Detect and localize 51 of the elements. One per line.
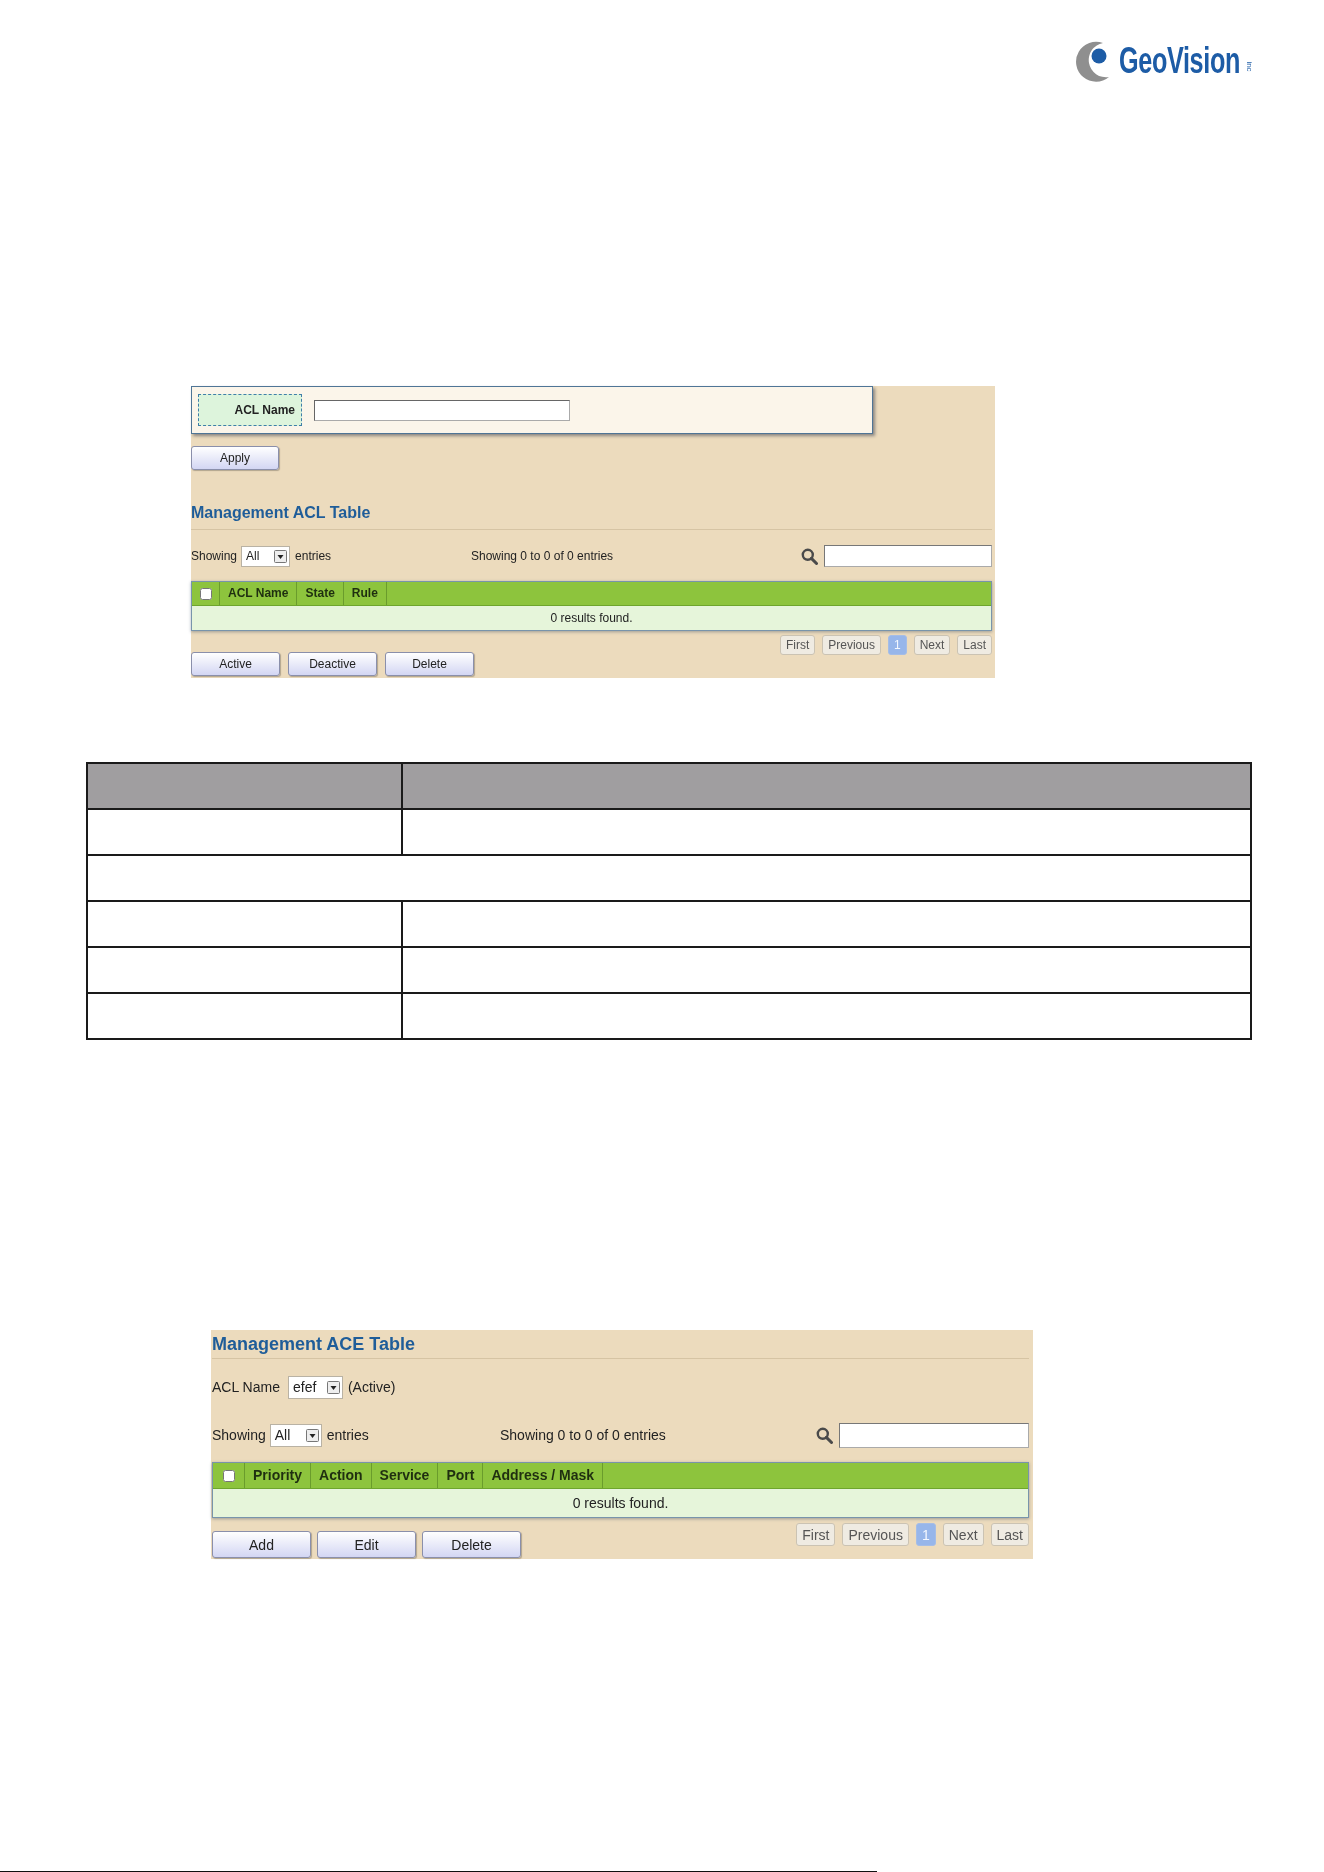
pagination-button[interactable]: Next	[942, 1523, 984, 1546]
section-title: Management ACL Table	[191, 503, 992, 530]
select-all-checkbox[interactable]	[199, 587, 212, 600]
empty-table-message: 0 results found.	[213, 1489, 1028, 1517]
pagination-button[interactable]: Previous	[822, 635, 881, 655]
entries-label: entries	[295, 548, 332, 564]
section-title: Management ACE Table	[212, 1330, 1029, 1359]
action-button[interactable]: Add	[212, 1531, 311, 1558]
entries-info: Showing 0 to 0 of 0 entries	[500, 1426, 666, 1444]
acl-name-input[interactable]	[314, 399, 570, 421]
caret-icon	[274, 549, 288, 563]
showing-label: Showing	[191, 548, 238, 564]
search-field[interactable]	[824, 545, 992, 567]
pagination-button[interactable]: Previous	[842, 1523, 909, 1546]
column-header[interactable]: Service	[371, 1463, 439, 1488]
acl-status-text: (Active)	[347, 1378, 396, 1396]
pagination-button[interactable]: First	[779, 635, 816, 655]
pagination-button[interactable]: Last	[990, 1523, 1029, 1546]
entries-select[interactable]: All	[241, 545, 291, 567]
caret-icon	[305, 1428, 319, 1442]
entries-info: Showing 0 to 0 of 0 entries	[471, 548, 614, 564]
action-button[interactable]: Deactive	[288, 652, 377, 676]
column-header[interactable]: Priority	[245, 1463, 311, 1488]
select-all-checkbox[interactable]	[222, 1469, 235, 1482]
logo-text: GeoVision	[1118, 40, 1240, 82]
apply-button[interactable]: Apply	[191, 446, 279, 470]
action-button[interactable]: Edit	[317, 1531, 416, 1558]
empty-table-message: 0 results found.	[192, 606, 991, 630]
entries-select[interactable]: All	[269, 1423, 322, 1447]
field-label: ACL Name	[198, 394, 302, 426]
acl-select[interactable]: efef	[287, 1375, 343, 1399]
column-header[interactable]: Action	[311, 1463, 372, 1488]
column-header[interactable]: Port	[438, 1463, 484, 1488]
action-button[interactable]: Active	[191, 652, 280, 676]
acl-name-label: ACL Name	[212, 1378, 280, 1396]
pagination-button[interactable]: Next	[913, 635, 951, 655]
search-field[interactable]	[839, 1422, 1029, 1448]
column-header[interactable]: Rule	[343, 582, 387, 605]
pagination-button[interactable]: Last	[957, 635, 992, 655]
search-icon	[801, 547, 818, 565]
column-header[interactable]: Address / Mask	[483, 1463, 604, 1488]
showing-label: Showing	[212, 1426, 266, 1444]
pagination-button[interactable]: First	[796, 1523, 836, 1546]
column-header[interactable]: ACL Name	[220, 582, 298, 605]
search-icon	[816, 1426, 833, 1444]
action-button[interactable]: Delete	[422, 1531, 521, 1558]
column-header[interactable]: State	[297, 582, 344, 605]
entries-label: entries	[326, 1426, 369, 1444]
logo-suffix-text: inc	[1244, 60, 1254, 72]
action-button[interactable]: Delete	[385, 652, 474, 676]
caret-icon	[326, 1380, 340, 1394]
